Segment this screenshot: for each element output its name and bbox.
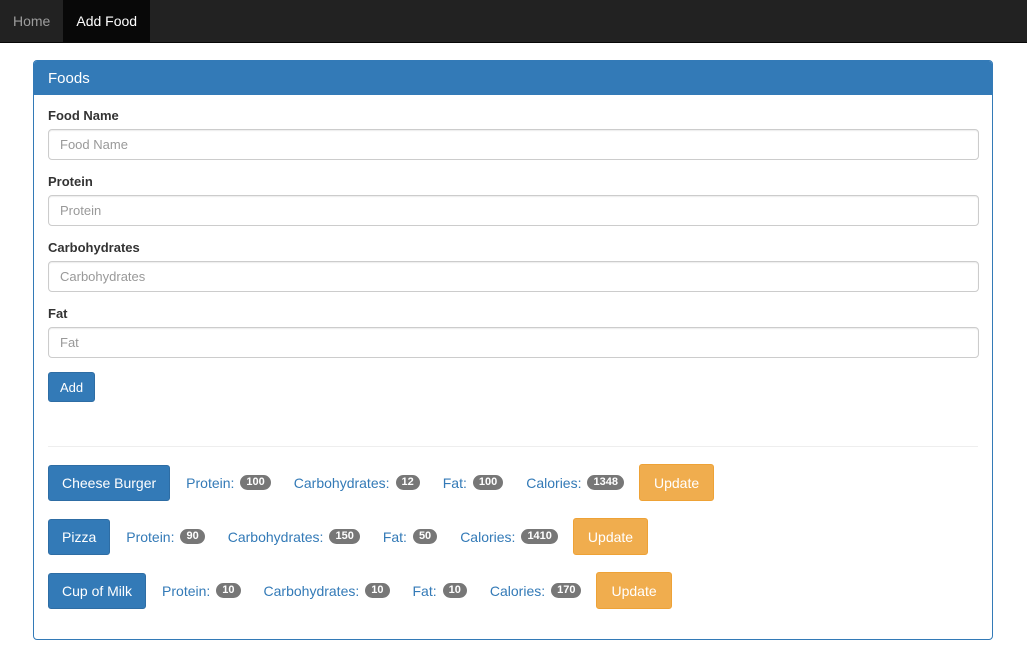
- top-navbar: Home Add Food: [0, 0, 1027, 43]
- calories-stat-label: Calories:: [526, 474, 582, 491]
- carbohydrates-badge: 150: [329, 529, 360, 544]
- carbohydrates-stat-label: Carbohydrates:: [293, 474, 390, 491]
- food-name-input[interactable]: [48, 129, 979, 160]
- protein-stat-label: Protein:: [162, 582, 211, 599]
- calories-stat: Calories: 1410: [460, 529, 558, 545]
- food-row: Pizza Protein: 90 Carbohydrates: 150 Fat…: [48, 518, 978, 555]
- fat-stat: Fat: 10: [413, 583, 467, 599]
- carbohydrates-label: Carbohydrates: [48, 240, 140, 255]
- carbohydrates-stat: Carbohydrates: 10: [264, 583, 390, 599]
- nav-add-food-link[interactable]: Add Food: [63, 0, 151, 42]
- calories-stat-label: Calories:: [460, 528, 516, 545]
- protein-label: Protein: [48, 174, 93, 189]
- fat-badge: 50: [412, 529, 438, 544]
- update-button[interactable]: Update: [638, 464, 715, 501]
- food-name-button[interactable]: Cup of Milk: [48, 572, 147, 609]
- carbohydrates-input[interactable]: [48, 261, 979, 292]
- calories-stat: Calories: 170: [490, 583, 582, 599]
- fat-stat-label: Fat:: [382, 528, 407, 545]
- fat-stat: Fat: 100: [442, 474, 504, 491]
- food-name-button[interactable]: Cheese Burger: [48, 464, 171, 501]
- panel-body: Food Name Protein Carbohydrates Fat Add …: [34, 95, 992, 609]
- carbohydrates-stat-label: Carbohydrates:: [263, 582, 360, 599]
- nav-home-link[interactable]: Home: [0, 0, 63, 42]
- fat-group: Fat: [48, 306, 979, 358]
- calories-badge: 170: [551, 583, 582, 598]
- food-row: Cup of Milk Protein: 10 Carbohydrates: 1…: [48, 572, 978, 609]
- calories-stat: Calories: 1348: [526, 475, 624, 491]
- divider: [48, 446, 978, 447]
- protein-stat: Protein: 100: [186, 475, 271, 491]
- protein-badge: 100: [240, 475, 271, 490]
- protein-stat-label: Protein:: [126, 528, 175, 545]
- protein-group: Protein: [48, 174, 979, 226]
- food-name-button[interactable]: Pizza: [48, 518, 111, 555]
- add-button[interactable]: Add: [48, 372, 96, 402]
- panel-title: Foods: [34, 61, 992, 95]
- food-list: Cheese Burger Protein: 100 Carbohydrates…: [48, 464, 978, 609]
- carbohydrates-stat: Carbohydrates: 150: [228, 529, 360, 545]
- fat-badge: 100: [472, 475, 504, 490]
- fat-label: Fat: [48, 306, 68, 321]
- carbohydrates-group: Carbohydrates: [48, 240, 979, 292]
- food-row: Cheese Burger Protein: 100 Carbohydrates…: [48, 464, 978, 501]
- calories-stat-label: Calories:: [489, 582, 546, 599]
- carbohydrates-badge: 10: [365, 583, 390, 598]
- protein-badge: 10: [216, 583, 241, 598]
- fat-stat-label: Fat:: [442, 474, 467, 491]
- carbohydrates-stat: Carbohydrates: 12: [294, 475, 420, 491]
- calories-badge: 1348: [587, 475, 624, 490]
- calories-badge: 1410: [521, 529, 558, 544]
- add-food-form: Food Name Protein Carbohydrates Fat Add: [48, 108, 979, 402]
- food-name-label: Food Name: [48, 108, 119, 123]
- protein-stat-label: Protein:: [186, 474, 235, 491]
- fat-stat: Fat: 50: [382, 528, 438, 545]
- update-button[interactable]: Update: [596, 572, 672, 609]
- protein-stat: Protein: 10: [162, 583, 241, 599]
- foods-panel: Foods Food Name Protein Carbohydrates Fa…: [33, 60, 993, 640]
- protein-input[interactable]: [48, 195, 979, 226]
- carbohydrates-badge: 12: [395, 475, 420, 490]
- fat-badge: 10: [442, 583, 467, 598]
- protein-badge: 90: [180, 529, 205, 544]
- fat-stat-label: Fat:: [412, 582, 437, 599]
- carbohydrates-stat-label: Carbohydrates:: [227, 528, 324, 545]
- food-name-group: Food Name: [48, 108, 979, 160]
- update-button[interactable]: Update: [572, 518, 649, 555]
- fat-input[interactable]: [48, 327, 979, 358]
- protein-stat: Protein: 90: [126, 529, 205, 545]
